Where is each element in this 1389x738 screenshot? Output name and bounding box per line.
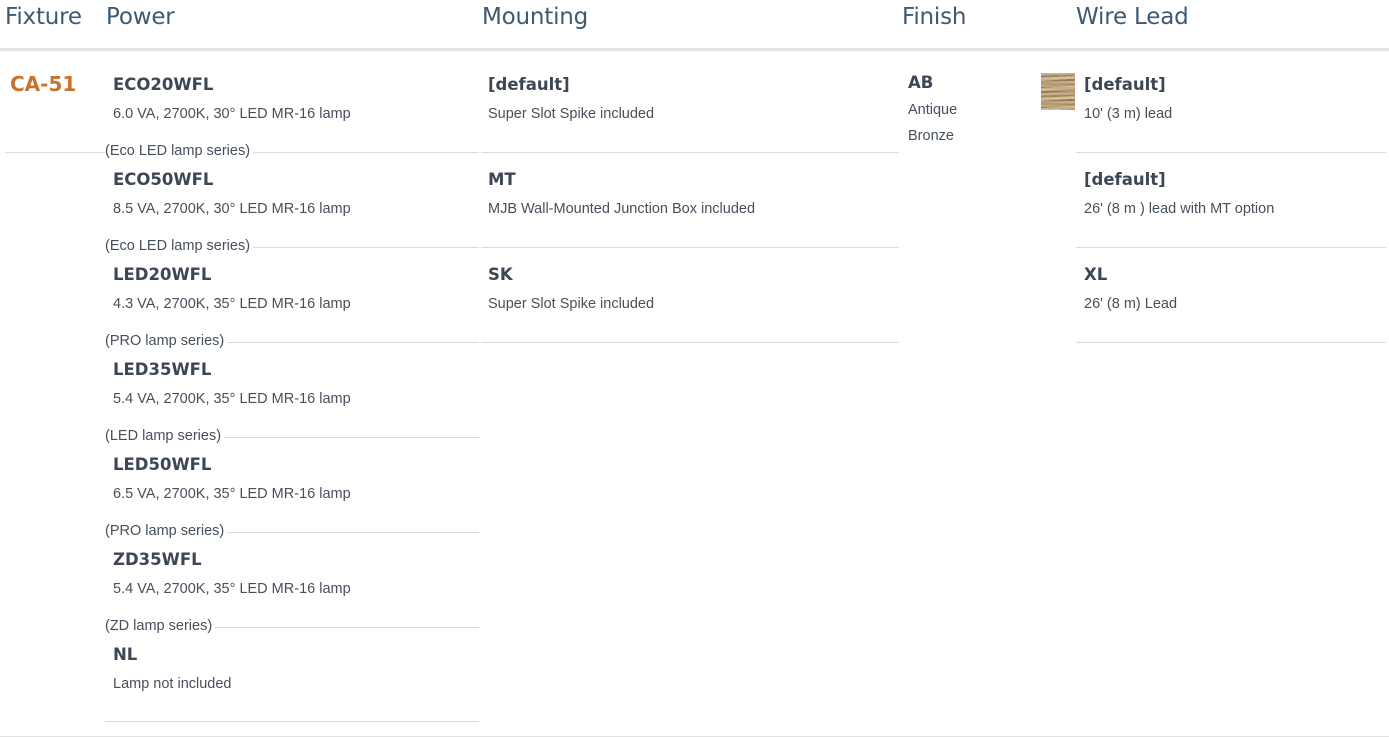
power-option-series: (PRO lamp series) [105,523,228,539]
power-option-desc: 6.0 VA, 2700K, 30° LED MR-16 lamp [113,106,351,122]
mounting-option-code: [default] [488,75,570,94]
wood-grain-swatch-icon [1041,73,1075,110]
mounting-option-desc: MJB Wall-Mounted Junction Box included [488,201,756,217]
finish-option-desc: Antique [908,102,958,118]
power-option-code: ECO20WFL [113,75,214,94]
power-option-series: (ZD lamp series) [105,618,216,634]
fixture-divider [5,152,105,153]
header-power: Power [106,4,175,30]
power-option-code: ECO50WFL [113,170,214,189]
header-mounting: Mounting [482,4,589,30]
power-option-code: LED50WFL [113,455,212,474]
header-divider [0,48,1389,51]
mounting-option-desc: Super Slot Spike included [488,296,655,312]
power-option-desc: 6.5 VA, 2700K, 35° LED MR-16 lamp [113,486,351,502]
power-option-desc: 5.4 VA, 2700K, 35° LED MR-16 lamp [113,391,351,407]
mounting-option-desc: Super Slot Spike included [488,106,655,122]
power-option-code: NL [113,645,138,664]
power-option-series: (LED lamp series) [105,428,225,444]
power-option-desc: Lamp not included [113,676,232,692]
wire-lead-option-divider [1076,247,1386,248]
wire-lead-option-desc: 26' (8 m) Lead [1084,296,1178,312]
table-bottom-divider [0,736,1389,737]
header-fixture: Fixture [5,4,82,30]
power-option-series: (Eco LED lamp series) [105,143,254,159]
power-option-desc: 8.5 VA, 2700K, 30° LED MR-16 lamp [113,201,351,217]
header-wire-lead: Wire Lead [1076,4,1189,30]
wire-lead-option-desc: 10' (3 m) lead [1084,106,1173,122]
mounting-option-divider [481,152,899,153]
power-option-divider [105,721,479,722]
header-finish: Finish [902,4,967,30]
power-option-desc: 4.3 VA, 2700K, 35° LED MR-16 lamp [113,296,351,312]
wire-lead-option-code: [default] [1084,170,1166,189]
wire-lead-option-divider [1076,152,1386,153]
fixture-code: CA-51 [10,72,77,96]
power-option-code: LED35WFL [113,360,212,379]
power-option-series: (PRO lamp series) [105,333,228,349]
wire-lead-option-code: XL [1084,265,1108,284]
finish-option-code: AB [908,73,934,92]
finish-option-desc: Bronze [908,128,954,144]
wire-lead-option-desc: 26' (8 m ) lead with MT option [1084,201,1275,217]
power-option-code: LED20WFL [113,265,212,284]
power-option-desc: 5.4 VA, 2700K, 35° LED MR-16 lamp [113,581,351,597]
mounting-option-code: MT [488,170,516,189]
mounting-option-divider [481,342,899,343]
mounting-option-divider [481,247,899,248]
power-option-series: (Eco LED lamp series) [105,238,254,254]
mounting-option-code: SK [488,265,513,284]
wire-lead-option-divider [1076,342,1386,343]
power-option-code: ZD35WFL [113,550,202,569]
wire-lead-option-code: [default] [1084,75,1166,94]
